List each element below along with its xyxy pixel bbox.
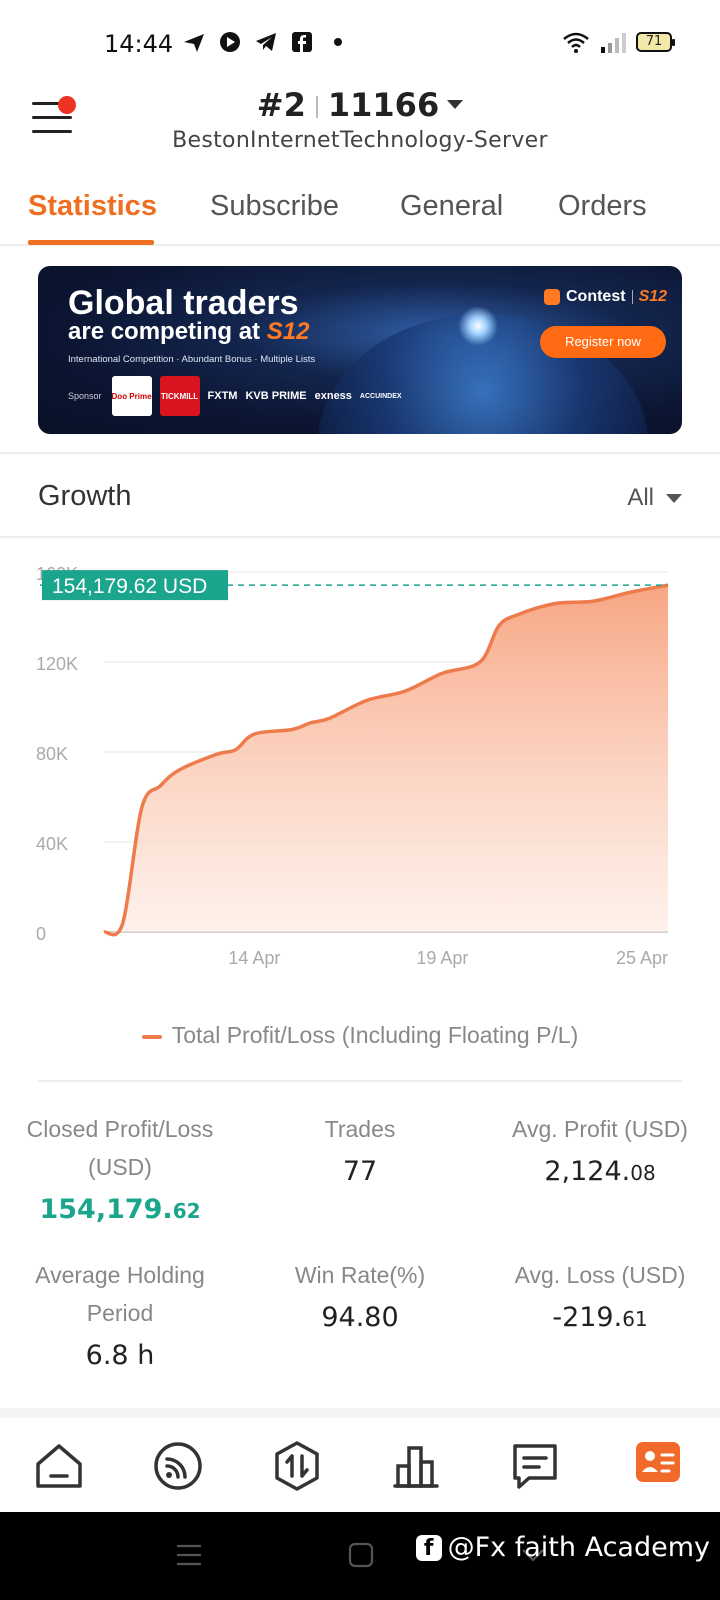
- profile-icon[interactable]: [634, 1438, 682, 1486]
- stat-win-rate: Win Rate(%) 94.80: [250, 1256, 470, 1339]
- growth-title: Growth: [38, 480, 132, 512]
- stat-trades: Trades 77: [250, 1110, 470, 1193]
- sponsor-doo-prime-logo: Doo Prime: [111, 376, 152, 416]
- status-time: 14:44: [104, 30, 174, 58]
- sponsor-tickmill-logo: TICKMILL: [159, 376, 200, 416]
- contest-icon: [544, 289, 560, 305]
- server-name: BestonInternetTechnology-Server: [172, 128, 548, 153]
- stat-label: Avg. Loss (USD): [514, 1262, 686, 1288]
- banner-subheadline: are competing at S12: [68, 318, 310, 345]
- current-value-label: 154,179.62 USD: [52, 575, 207, 598]
- sponsor-fxtm-logo: FXTM: [207, 390, 238, 402]
- banner-tagline: International Competition · Abundant Bon…: [68, 354, 316, 365]
- chevron-down-icon: [447, 99, 464, 109]
- home-system-icon[interactable]: [348, 1542, 374, 1568]
- contest-label: Contest S12: [544, 288, 667, 306]
- chart-icon[interactable]: [390, 1440, 442, 1492]
- send-icon: [184, 34, 204, 52]
- stat-label: Closed Profit/Loss (USD): [26, 1116, 214, 1180]
- stats-divider: [38, 1080, 682, 1082]
- contest-banner[interactable]: Global traders are competing at S12 Inte…: [38, 266, 682, 434]
- recent-apps-icon[interactable]: [176, 1542, 202, 1568]
- stat-value: 154,179.62: [39, 1194, 201, 1225]
- stat-label: Win Rate(%): [294, 1262, 426, 1288]
- chevron-down-icon: [666, 493, 682, 503]
- wifi-icon: [563, 32, 589, 53]
- section-divider: [0, 452, 720, 454]
- system-navigation-bar: f @Fx faith Academy: [0, 1512, 720, 1600]
- x-tick-label: 25 Apr: [616, 948, 668, 968]
- light-flare: [458, 306, 498, 346]
- account-selector[interactable]: #2 11166: [0, 86, 720, 124]
- tab-subscribe[interactable]: Subscribe: [210, 190, 339, 223]
- tab-bar: Statistics Subscribe General Orders: [0, 186, 720, 246]
- stat-value: 94.80: [321, 1302, 399, 1333]
- legend-label: Total Profit/Loss (Including Floating P/…: [171, 1022, 579, 1048]
- active-tab-indicator: [28, 240, 154, 245]
- battery-icon: 71: [636, 32, 675, 52]
- growth-range-value: All: [627, 484, 654, 511]
- sponsor-row: Sponsor Doo Prime TICKMILL FXTM KVB PRIM…: [68, 376, 402, 416]
- x-tick-label: 14 Apr: [228, 948, 280, 968]
- y-tick-label: 0: [36, 924, 46, 944]
- watermark: f @Fx faith Academy: [415, 1532, 710, 1563]
- legend-swatch: [141, 1034, 162, 1039]
- trade-icon[interactable]: [271, 1440, 323, 1492]
- stat-closed-profit: Closed Profit/Loss (USD) 154,179.62: [10, 1110, 230, 1231]
- stat-label: Avg. Profit (USD): [512, 1116, 688, 1142]
- y-tick-label: 80K: [36, 744, 68, 764]
- signal-icon: [601, 33, 626, 53]
- status-bar: 14:44 71: [0, 0, 720, 90]
- chart-legend: Total Profit/Loss (Including Floating P/…: [0, 1022, 720, 1049]
- home-icon[interactable]: [33, 1440, 85, 1492]
- title-separator: [315, 96, 318, 118]
- stat-value: 77: [342, 1156, 378, 1187]
- circle-arrow-icon: [220, 32, 240, 52]
- stat-avg-holding: Average Holding Period 6.8 h: [10, 1256, 230, 1377]
- banner-headline: Global traders: [68, 284, 299, 322]
- section-divider: [0, 536, 720, 538]
- sponsor-kvb-logo: KVB PRIME: [245, 390, 307, 402]
- stat-label: Average Holding Period: [35, 1262, 205, 1326]
- stat-value: 6.8 h: [85, 1340, 155, 1371]
- account-number: #2: [256, 86, 306, 124]
- telegram-icon: [256, 33, 276, 51]
- stat-avg-loss: Avg. Loss (USD) -219.61: [490, 1256, 710, 1339]
- dot-icon: [334, 38, 342, 46]
- sponsor-label: Sponsor: [68, 391, 102, 401]
- facebook-icon: f: [415, 1534, 442, 1561]
- stat-avg-profit: Avg. Profit (USD) 2,124.08: [490, 1110, 710, 1193]
- x-tick-label: 19 Apr: [416, 948, 468, 968]
- growth-range-dropdown[interactable]: All: [627, 484, 682, 512]
- sponsor-exness-logo: exness: [314, 390, 352, 402]
- stat-value: 2,124.08: [544, 1156, 656, 1187]
- register-now-button[interactable]: Register now: [540, 326, 666, 358]
- tab-general[interactable]: General: [400, 190, 503, 223]
- stat-label: Trades: [324, 1116, 396, 1142]
- s12-logo: S12: [266, 318, 310, 345]
- feed-icon[interactable]: [152, 1440, 204, 1492]
- notification-icons: [182, 30, 350, 54]
- y-tick-label: 40K: [36, 834, 68, 854]
- facebook-icon: [292, 32, 312, 52]
- growth-chart[interactable]: 040K80K120K160K154,179.62 USD14 Apr19 Ap…: [0, 560, 720, 1000]
- tab-orders[interactable]: Orders: [558, 190, 647, 223]
- bottom-nav: [0, 1418, 720, 1512]
- system-icons: 71: [562, 30, 675, 54]
- tab-statistics[interactable]: Statistics: [28, 190, 157, 223]
- y-tick-label: 120K: [36, 654, 78, 674]
- stat-value: -219.61: [552, 1302, 648, 1333]
- nav-separator: [0, 1408, 720, 1418]
- message-icon[interactable]: [509, 1440, 561, 1492]
- account-id: 11166: [327, 86, 440, 124]
- sponsor-accuindex-logo: ACCUINDEX: [359, 392, 402, 400]
- profit-area: [104, 585, 668, 935]
